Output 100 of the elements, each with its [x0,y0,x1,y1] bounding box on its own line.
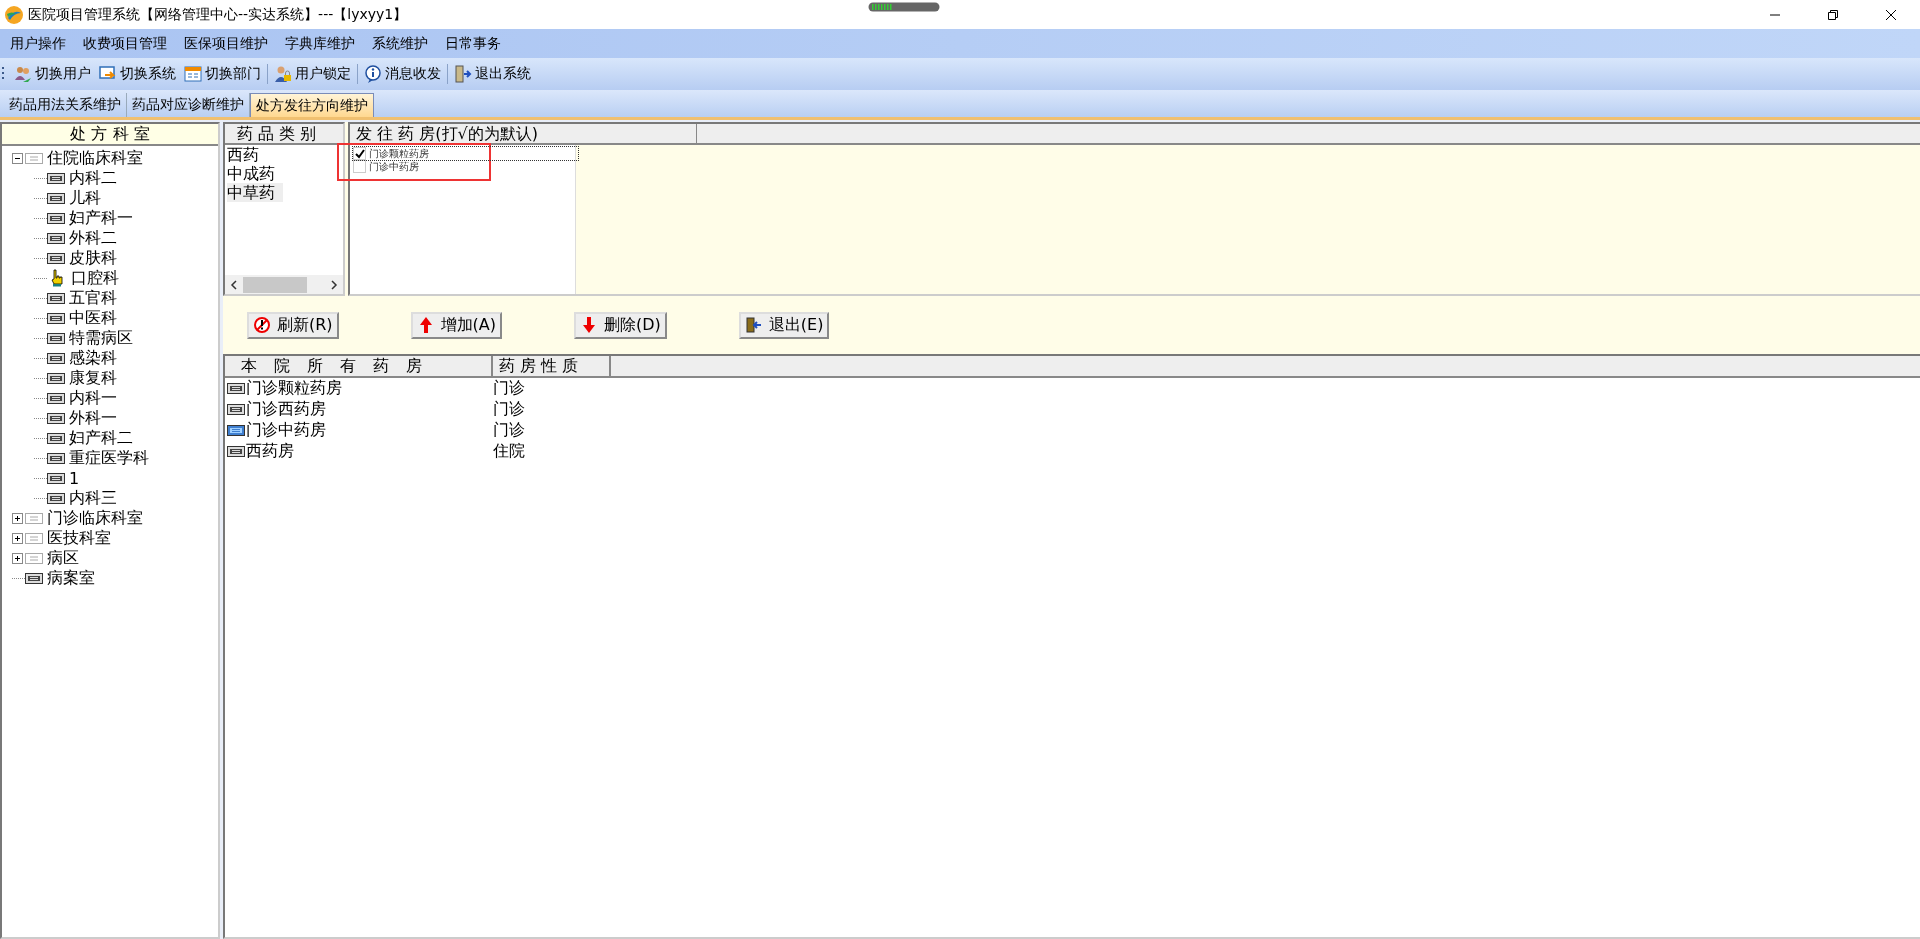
toolbar-button[interactable]: 切换用户 [11,63,94,85]
plus-icon [13,533,22,543]
close-icon [1885,8,1897,21]
tree-item[interactable]: 病区 [47,547,79,569]
node-icon [47,492,65,504]
tree-item[interactable]: 口腔科 [71,267,119,289]
node-icon [47,292,65,304]
hand-pointer-icon [49,269,63,287]
checkbox-label: 门诊颗粒药房 [369,147,429,160]
calendar-icon [184,65,202,83]
tree-item[interactable]: 门诊临床科室 [47,507,143,529]
menu-item[interactable]: 医保项目维护 [176,34,277,53]
plus-icon [13,553,22,563]
action-button[interactable]: 增加(A) [410,311,503,339]
tree-item[interactable]: 住院临床科室 [47,147,143,169]
folder-node-icon [25,532,43,544]
node-icon [25,572,43,584]
table-cell-text: 门诊 [492,420,525,441]
checkbox-label: 门诊中药房 [369,160,419,173]
tree-item[interactable]: 医技科室 [47,527,111,549]
toolbar-button[interactable]: 消息收发 [361,63,444,85]
table-cell: 门诊颗粒药房 [246,378,342,399]
folder-node-icon [25,512,43,524]
exit-door-icon [744,316,763,334]
node-icon [47,192,65,204]
tree-item[interactable]: 内科三 [69,487,117,509]
menu-item[interactable]: 日常事务 [437,34,510,53]
expander-toggle[interactable] [12,552,23,564]
toolbar-button[interactable]: 用户锁定 [271,63,354,85]
tree-item[interactable]: 康复科 [69,367,117,389]
expander-toggle[interactable] [12,532,23,544]
tree-item[interactable]: 1 [69,468,80,488]
tree-item[interactable]: 感染科 [69,347,117,369]
node-icon [47,212,65,224]
exit-door-icon [454,65,472,83]
progress-indicator-icon [868,2,940,12]
column-header: 药 房 性 质 [493,356,611,376]
node-icon [47,352,65,364]
tree-item[interactable]: 皮肤科 [69,247,117,269]
tree-item[interactable]: 病案室 [47,567,95,589]
menu-item[interactable]: 字典库维护 [277,34,364,53]
folder-node-icon [25,552,43,564]
table-cell-text: 门诊 [492,399,525,420]
toolbar-button[interactable]: 切换部门 [181,63,264,85]
node-icon [47,252,65,264]
node-icon [47,452,65,464]
no-entry-icon [253,316,271,334]
user-lock-icon [274,65,292,83]
toolbar-grip-icon [2,66,5,82]
tree-item[interactable]: 妇产科二 [69,427,133,449]
node-icon [47,432,65,444]
menu-item[interactable]: 系统维护 [364,34,437,53]
restore-icon [1827,8,1839,21]
column-header: 药 品 类 别 [225,124,343,145]
column-header: 本 院 所 有 药 房 [225,356,493,376]
table-cell: 门诊中药房 [246,420,326,441]
column-header: 处 方 科 室 [2,124,218,146]
tree-item[interactable]: 外科二 [69,227,117,249]
checkbox[interactable] [353,147,366,160]
tab[interactable]: 处方发往方向维护 [250,93,374,117]
table-cell: 西药房 [246,441,294,462]
users-icon [14,65,32,83]
menu-item[interactable]: 收费项目管理 [75,34,176,53]
node-icon [47,232,65,244]
tree-item[interactable]: 中医科 [69,307,117,329]
table-cell-text: 住院 [492,441,525,462]
chevron-left-icon [230,279,238,290]
node-icon [47,312,65,324]
node-icon [47,412,65,424]
node-icon [47,332,65,344]
checkmark-icon [354,148,365,159]
tree-item[interactable]: 儿科 [69,187,101,209]
node-icon [47,392,65,404]
tree-item[interactable]: 外科一 [69,407,117,429]
node-icon [47,172,65,184]
action-button[interactable]: 退出(E) [738,311,830,339]
table-cell-text: 门诊 [492,378,525,399]
tree-item[interactable]: 五官科 [69,287,117,309]
tree-item[interactable]: 内科二 [69,167,117,189]
toolbar-button[interactable]: 退出系统 [451,63,534,85]
node-icon [47,472,65,484]
list-item[interactable]: 西药 [227,145,267,164]
expander-toggle[interactable] [12,512,23,524]
list-item[interactable]: 中成药 [227,164,283,183]
tree-item[interactable]: 重症医学科 [69,447,149,469]
tree-item[interactable]: 内科一 [69,387,117,409]
scrollbar-thumb[interactable] [243,276,307,293]
app-logo-icon [4,4,24,25]
list-item[interactable]: 中草药 [227,183,283,202]
info-icon [364,65,382,83]
tree-item[interactable]: 妇产科一 [69,207,133,229]
toolbar-button[interactable]: 切换系统 [96,63,179,85]
menu-item[interactable]: 用户操作 [2,34,75,53]
tab[interactable]: 药品用法关系维护 [4,93,127,117]
expander-toggle[interactable] [12,152,23,164]
action-button[interactable]: 刷新(R) [247,311,339,339]
action-button[interactable]: 删除(D) [574,311,667,339]
tree-item[interactable]: 特需病区 [69,327,133,349]
chevron-right-icon [330,279,338,290]
table-cell: 门诊西药房 [246,399,326,420]
